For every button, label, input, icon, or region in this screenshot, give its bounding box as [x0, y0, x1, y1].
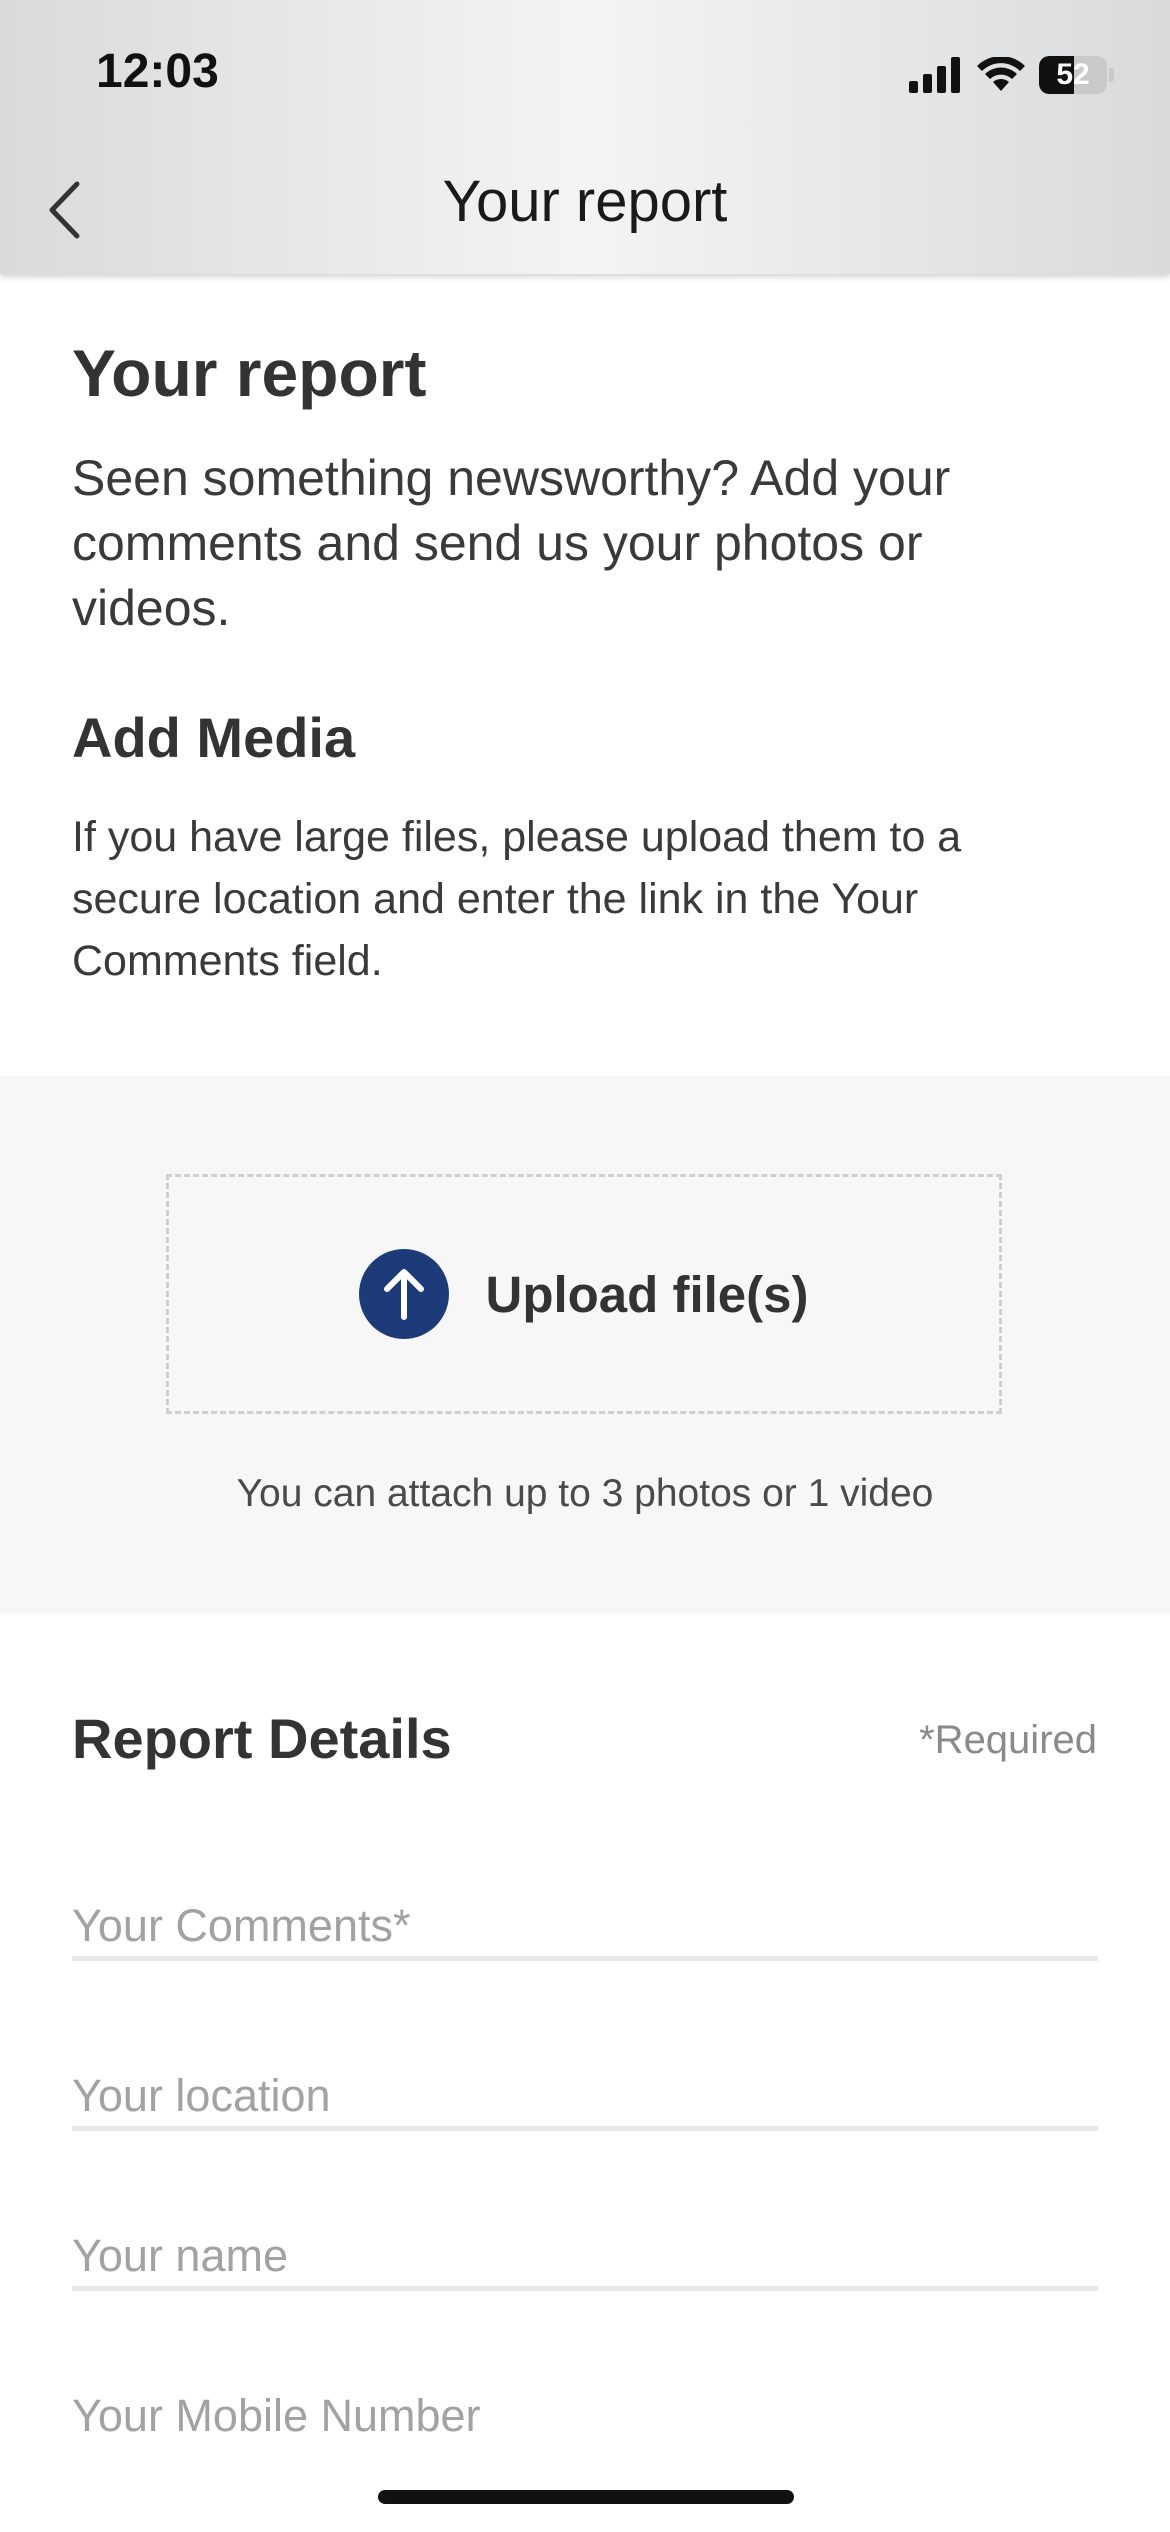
comments-field[interactable] [72, 1896, 1098, 1961]
report-details-heading: Report Details [72, 1707, 452, 1770]
upload-files-button[interactable]: Upload file(s) [166, 1174, 1002, 1414]
upload-panel: Upload file(s) You can attach up to 3 ph… [0, 1076, 1170, 1614]
name-field[interactable] [72, 2226, 1098, 2291]
large-files-note: If you have large files, please upload t… [72, 813, 962, 985]
battery-cap [1109, 68, 1114, 82]
intro-text: Seen something newsworthy? Add your comm… [72, 450, 951, 636]
required-note: *Required [919, 1718, 1097, 1762]
upload-arrow-icon [359, 1249, 450, 1339]
mobile-number-field[interactable] [72, 2386, 1098, 2446]
location-field[interactable] [72, 2066, 1098, 2131]
page-heading: Your report [72, 336, 427, 410]
wifi-icon [977, 57, 1025, 91]
nav-title: Your report [442, 169, 728, 234]
add-media-heading: Add Media [72, 706, 356, 769]
top-bar: 12:03 52 Your report [0, 0, 1170, 274]
upload-label: Upload file(s) [485, 1265, 809, 1323]
status-icons: 52 [909, 50, 1114, 100]
cellular-signal-icon [909, 57, 960, 93]
battery-icon: 52 [1039, 56, 1107, 94]
battery-level: 52 [1056, 58, 1090, 91]
home-indicator [378, 2490, 794, 2504]
status-time: 12:03 [96, 45, 219, 98]
attach-limit-note: You can attach up to 3 photos or 1 video [236, 1472, 934, 1515]
